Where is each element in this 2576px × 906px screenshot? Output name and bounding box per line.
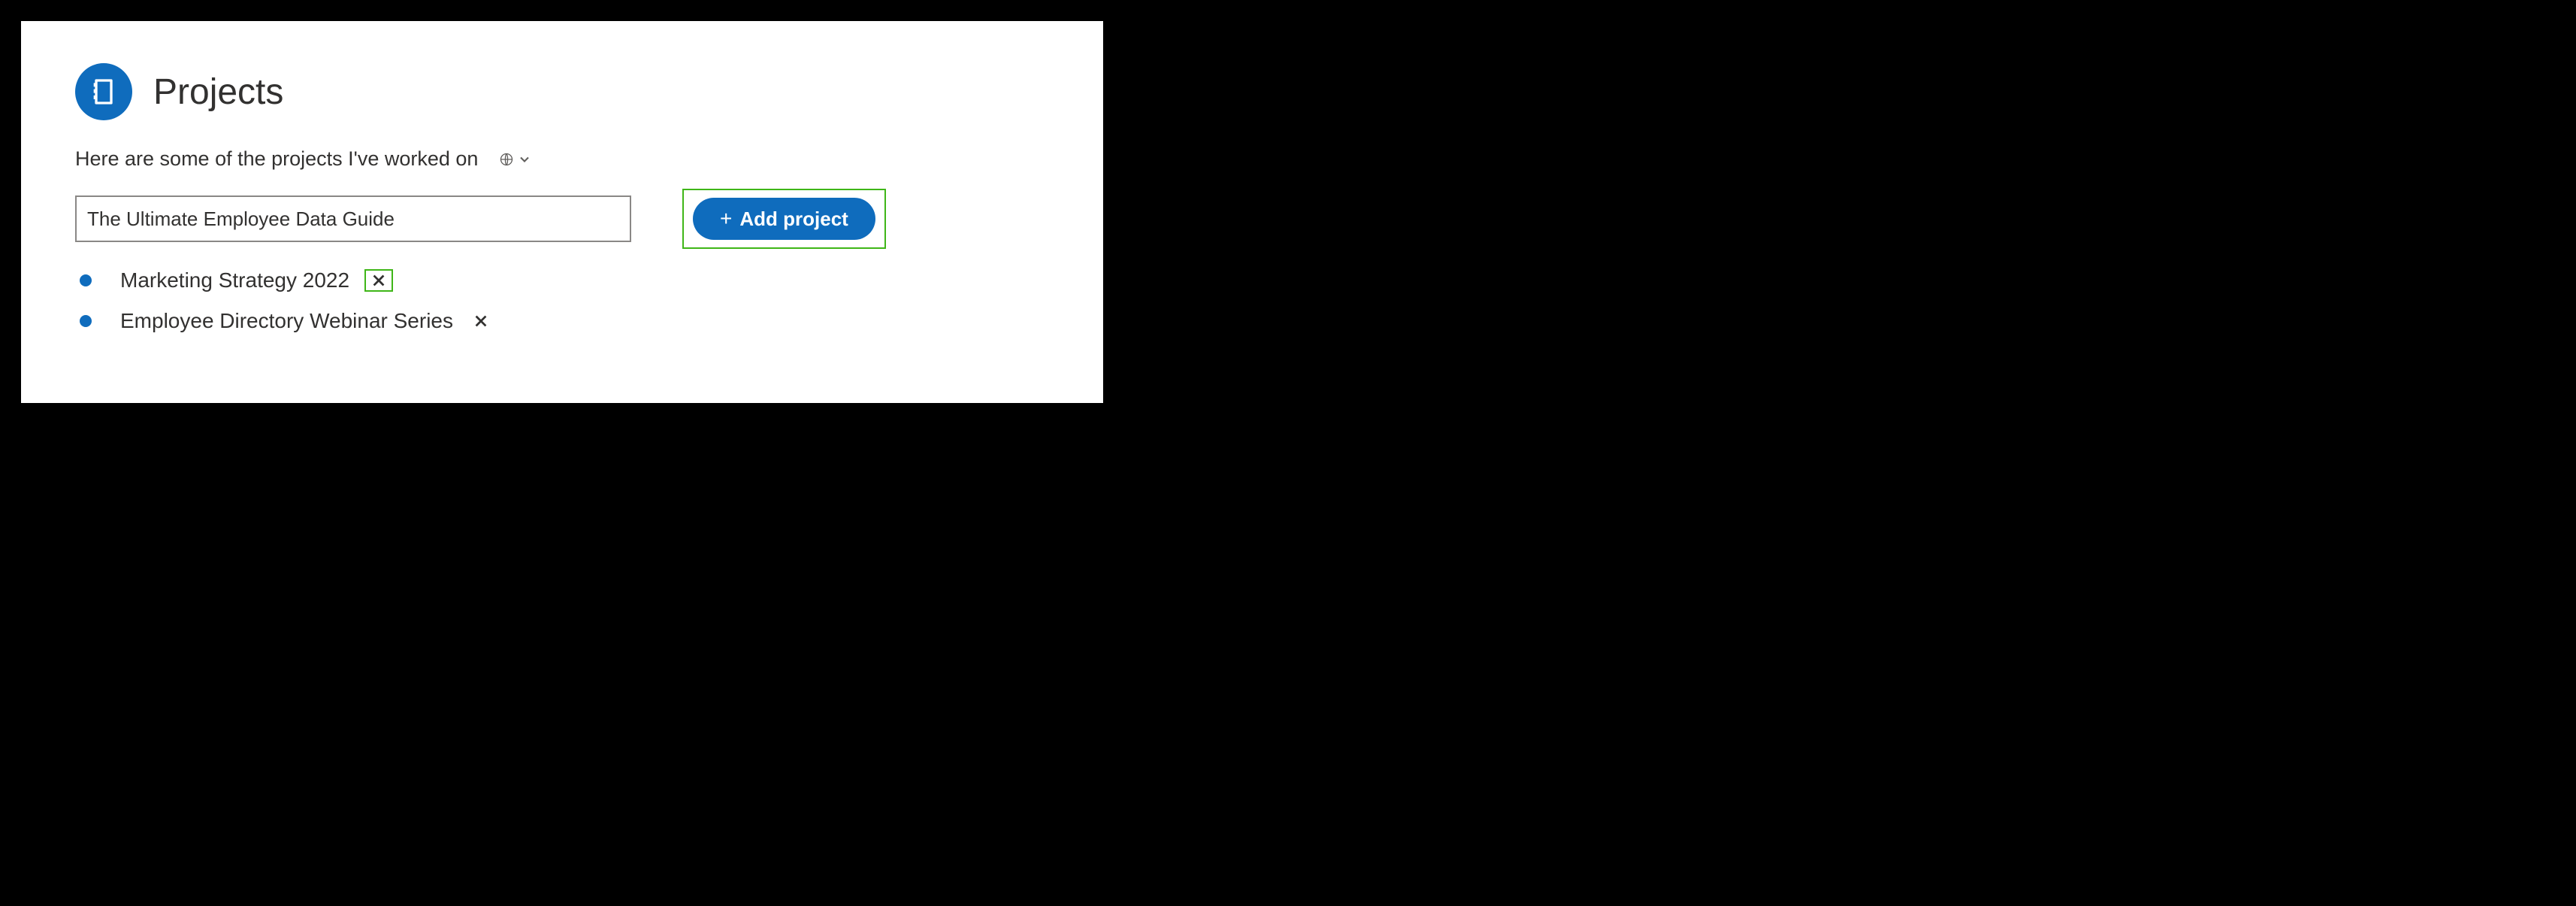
add-button-label: Add project bbox=[739, 208, 848, 231]
project-label: Marketing Strategy 2022 bbox=[120, 268, 349, 292]
remove-project-button[interactable] bbox=[364, 269, 393, 292]
remove-project-button[interactable] bbox=[468, 311, 494, 331]
close-icon bbox=[473, 313, 489, 329]
bullet-icon bbox=[80, 274, 92, 286]
add-button-highlight: + Add project bbox=[682, 189, 886, 249]
bullet-icon bbox=[80, 315, 92, 327]
close-icon bbox=[370, 272, 387, 289]
plus-icon: + bbox=[720, 208, 732, 229]
project-label: Employee Directory Webinar Series bbox=[120, 309, 453, 333]
add-project-button[interactable]: + Add project bbox=[693, 198, 875, 240]
project-name-input[interactable] bbox=[75, 195, 631, 242]
input-row: + Add project bbox=[75, 189, 1049, 249]
list-item: Employee Directory Webinar Series bbox=[80, 309, 1049, 333]
page-title: Projects bbox=[153, 71, 283, 113]
notebook-icon bbox=[75, 63, 132, 120]
projects-panel: Projects Here are some of the projects I… bbox=[21, 21, 1103, 403]
privacy-selector[interactable] bbox=[499, 152, 532, 167]
globe-icon bbox=[499, 152, 514, 167]
description-row: Here are some of the projects I've worke… bbox=[75, 147, 1049, 171]
project-list: Marketing Strategy 2022 Employee Directo… bbox=[75, 268, 1049, 333]
list-item: Marketing Strategy 2022 bbox=[80, 268, 1049, 292]
description-text: Here are some of the projects I've worke… bbox=[75, 147, 478, 171]
chevron-down-icon bbox=[517, 152, 532, 167]
header-row: Projects bbox=[75, 63, 1049, 120]
